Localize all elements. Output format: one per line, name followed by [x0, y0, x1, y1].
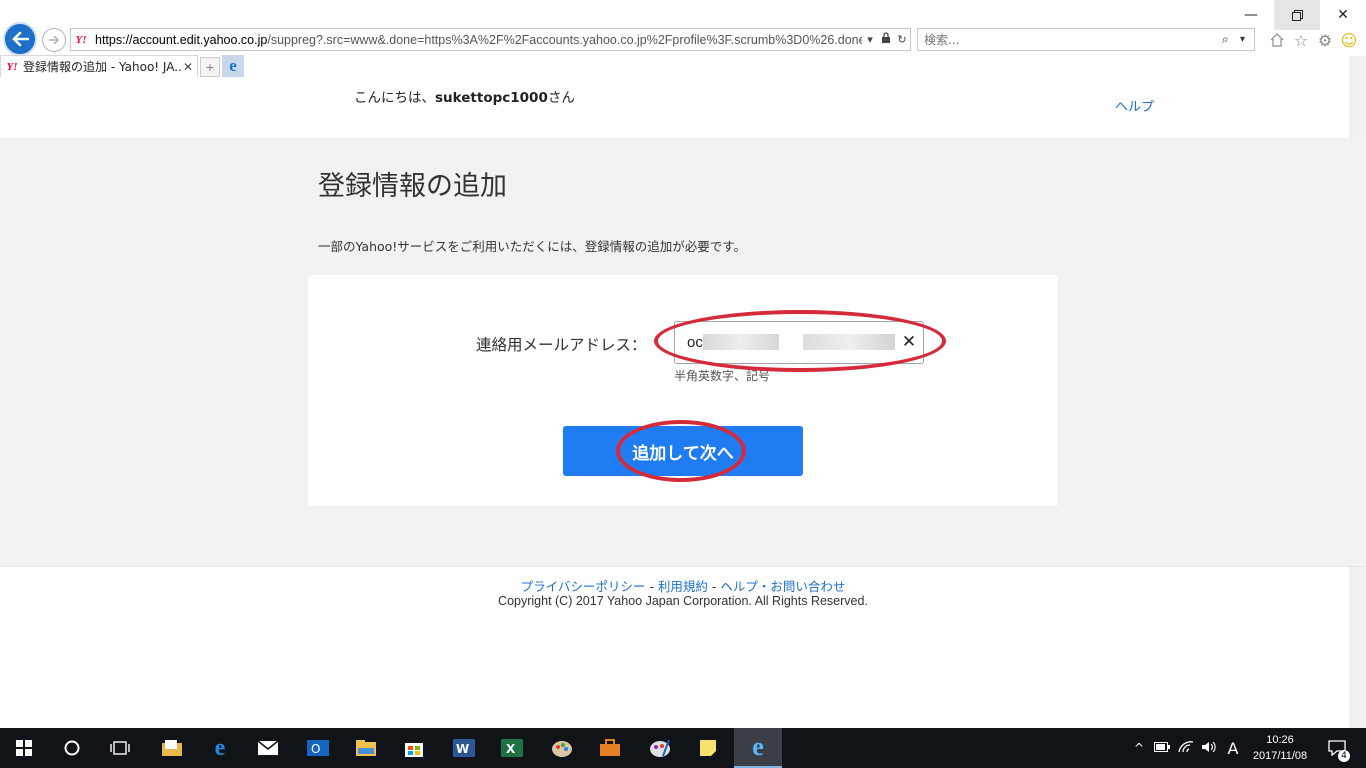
help-contact-link[interactable]: ヘルプ・お問い合わせ: [720, 579, 845, 594]
word-icon: W: [453, 739, 475, 757]
taskbar-app-mail-folder[interactable]: [148, 728, 196, 768]
back-button[interactable]: [3, 22, 37, 56]
ime-indicator[interactable]: A: [1220, 739, 1246, 758]
svg-text:X: X: [506, 742, 516, 756]
taskbar-app-mail[interactable]: [244, 728, 292, 768]
search-box[interactable]: ⌕ ▾: [917, 28, 1255, 51]
tab-close-icon[interactable]: ✕: [183, 60, 197, 74]
annotation-circle-button: [616, 420, 746, 482]
home-icon[interactable]: [1266, 29, 1288, 51]
sticky-note-icon: [700, 740, 716, 756]
lead-text: 一部のYahoo!サービスをご利用いただくには、登録情報の追加が必要です。: [318, 239, 747, 254]
footer-separator: -: [645, 579, 658, 594]
dropdown-icon[interactable]: ▾: [862, 33, 878, 46]
annotation-circle-email: [654, 310, 946, 372]
address-bar[interactable]: Y! https://account.edit.yahoo.co.jp/supp…: [70, 28, 911, 51]
svg-text:W: W: [456, 742, 469, 756]
brush-palette-icon: [650, 739, 670, 757]
windows-logo-icon: [16, 740, 32, 756]
url-host: https://account.edit.yahoo.co.jp: [95, 32, 268, 47]
taskbar-app-explorer[interactable]: [342, 728, 390, 768]
greeting-prefix: こんにちは、: [354, 90, 435, 106]
cortana-button[interactable]: [48, 728, 96, 768]
restore-icon: [1291, 9, 1303, 21]
copyright: Copyright (C) 2017 Yahoo Japan Corporati…: [498, 594, 868, 608]
close-window-button[interactable]: ✕: [1320, 0, 1366, 30]
forward-button[interactable]: [42, 28, 66, 52]
toolbox-icon: [600, 739, 620, 756]
browser-chrome: — ✕ Y! https://account.edit.yahoo.co.jp/…: [0, 0, 1366, 78]
wifi-icon[interactable]: [1174, 740, 1198, 756]
volume-icon[interactable]: [1198, 741, 1220, 756]
feedback-smiley-icon[interactable]: ☺: [1338, 29, 1360, 51]
start-button[interactable]: [0, 728, 48, 768]
clock-time: 10:26: [1266, 734, 1294, 746]
clock-date: 2017/11/08: [1252, 750, 1308, 762]
outlook-icon: O: [307, 740, 329, 756]
chevron-up-icon[interactable]: ^: [1128, 741, 1150, 755]
greeting: こんにちは、sukettopc1000さん: [354, 86, 575, 106]
system-tray: ^ A: [1128, 728, 1246, 768]
terms-link[interactable]: 利用規約: [658, 579, 708, 594]
taskbar-app-sticky-notes[interactable]: [684, 728, 732, 768]
taskbar-app-ie-active[interactable]: e: [734, 728, 782, 768]
edge-icon: e: [214, 734, 226, 761]
taskbar-app-toolbox[interactable]: [586, 728, 634, 768]
taskbar-app-outlook[interactable]: O: [294, 728, 342, 768]
taskbar-app-store[interactable]: [390, 728, 438, 768]
refresh-icon[interactable]: ↻: [894, 33, 910, 46]
taskbar-app-edge[interactable]: e: [196, 728, 244, 768]
mail-folder-icon: [162, 740, 182, 756]
browser-tab-active[interactable]: Y! 登録情報の追加 - Yahoo! JA... ✕: [0, 55, 198, 77]
footer-links: プライバシーポリシー - 利用規約 - ヘルプ・お問い合わせ: [0, 576, 1366, 595]
taskbar-app-excel[interactable]: X: [488, 728, 536, 768]
envelope-icon: [257, 740, 279, 755]
tab-title: 登録情報の追加 - Yahoo! JA...: [23, 60, 183, 74]
notification-badge: 4: [1338, 750, 1350, 762]
lock-icon[interactable]: [878, 32, 894, 47]
page-title: 登録情報の追加: [318, 171, 507, 202]
internet-explorer-icon: e: [752, 732, 764, 761]
tab-yahoo-favicon-icon: Y!: [6, 60, 18, 73]
file-explorer-icon: [356, 740, 376, 756]
help-link[interactable]: ヘルプ: [1115, 96, 1154, 115]
url-text[interactable]: https://account.edit.yahoo.co.jp/suppreg…: [91, 33, 862, 47]
favorites-star-icon[interactable]: ☆: [1290, 29, 1312, 51]
taskbar-app-paint-brush[interactable]: [636, 728, 684, 768]
minimize-button[interactable]: —: [1228, 0, 1274, 30]
taskbar-app-word[interactable]: W: [440, 728, 488, 768]
settings-gear-icon[interactable]: ⚙: [1314, 29, 1336, 51]
email-field-label: 連絡用メールアドレス：: [476, 336, 647, 354]
paint-palette-icon: [552, 741, 572, 757]
new-tab-button[interactable]: +: [200, 57, 220, 77]
store-bag-icon: [405, 743, 423, 757]
search-icon[interactable]: ⌕: [1222, 32, 1240, 47]
username: sukettopc1000: [435, 90, 548, 106]
yahoo-favicon-icon: Y!: [75, 33, 87, 46]
taskbar-app-paint[interactable]: [538, 728, 586, 768]
restore-button[interactable]: [1274, 0, 1320, 30]
search-dropdown-icon[interactable]: ▾: [1240, 34, 1254, 45]
forward-arrow-icon: [49, 35, 59, 45]
cortana-circle-icon: [64, 740, 80, 756]
ie-tab-icon[interactable]: e: [222, 55, 244, 77]
svg-text:O: O: [311, 742, 320, 756]
greeting-suffix: さん: [547, 90, 575, 106]
search-input[interactable]: [918, 32, 1222, 47]
back-arrow-icon: [12, 31, 29, 47]
privacy-policy-link[interactable]: プライバシーポリシー: [521, 579, 646, 594]
footer-separator: -: [707, 579, 721, 594]
footer-divider: [0, 566, 1366, 567]
battery-icon[interactable]: [1150, 741, 1174, 755]
excel-icon: X: [501, 739, 523, 757]
task-view-icon: [110, 741, 130, 755]
clock[interactable]: 10:26 2017/11/08: [1244, 732, 1316, 764]
url-path: /suppreg?.src=www&.done=https%3A%2F%2Fac…: [267, 32, 862, 47]
action-center-button[interactable]: 4: [1322, 728, 1352, 768]
task-view-button[interactable]: [96, 728, 144, 768]
